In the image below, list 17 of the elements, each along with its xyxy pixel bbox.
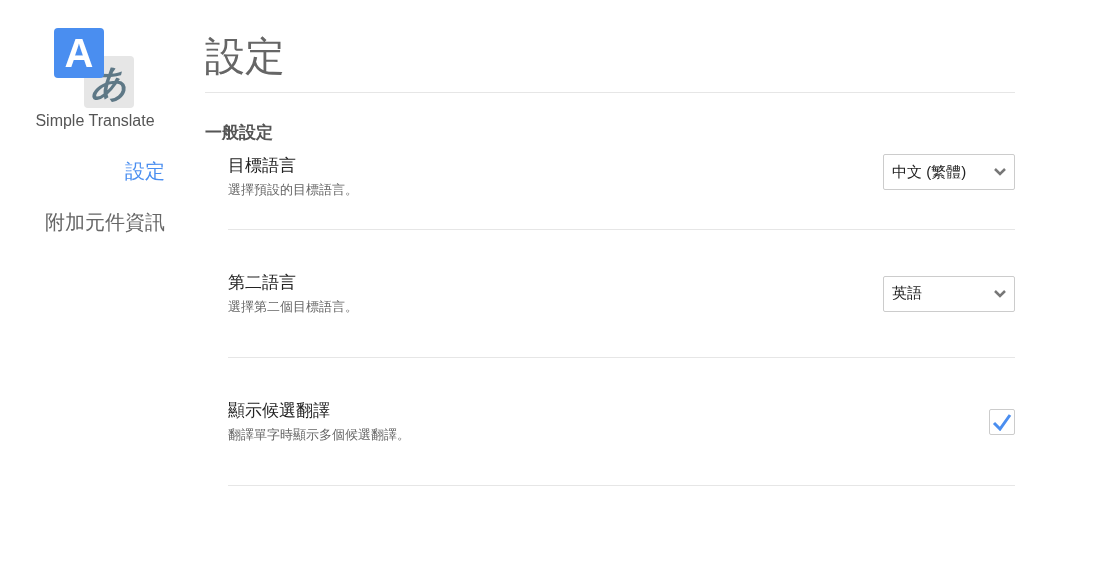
checkmark-icon	[992, 412, 1012, 431]
logo-letter: A	[54, 28, 104, 78]
setting-description: 選擇第二個目標語言。	[228, 298, 358, 316]
page-title: 設定	[205, 33, 286, 80]
setting-label: 顯示候選翻譯	[228, 400, 331, 422]
chevron-down-icon	[994, 168, 1006, 176]
nav-link[interactable]: 附加元件資訊	[45, 209, 165, 236]
setting-description: 選擇預設的目標語言。	[228, 181, 358, 199]
setting-label: 目標語言	[228, 155, 297, 177]
language-select[interactable]: 英語	[883, 275, 1015, 312]
checkbox[interactable]	[989, 408, 1015, 435]
chevron-down-icon	[994, 289, 1006, 298]
setting-description: 翻譯單字時顯示多個候選翻譯。	[228, 426, 410, 444]
language-select[interactable]: 中文 (繁體)	[883, 154, 1015, 190]
section-heading: 一般設定	[205, 122, 274, 144]
app-name: Simple Translate	[35, 112, 155, 130]
setting-label: 第二語言	[228, 272, 297, 294]
